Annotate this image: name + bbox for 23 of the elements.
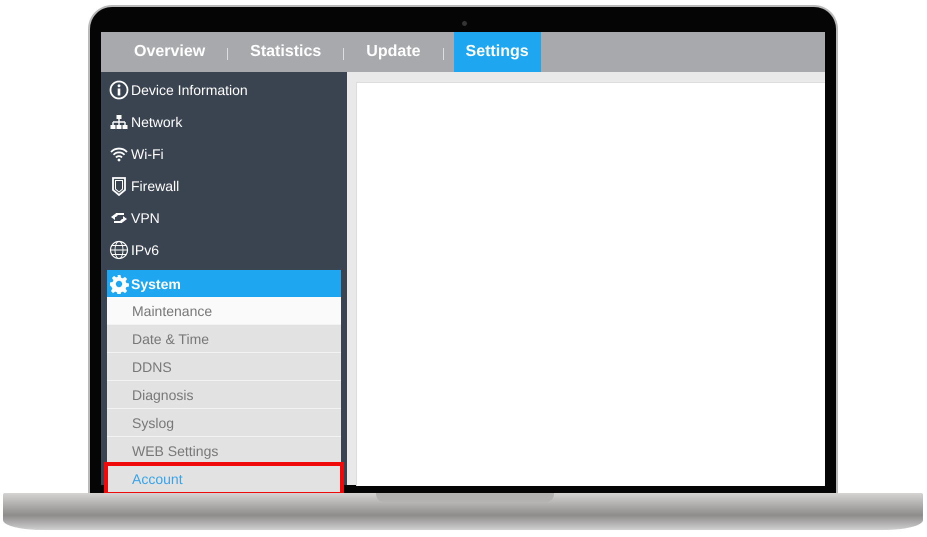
- sidebar-item[interactable]: System: [107, 270, 341, 297]
- sidebar-item[interactable]: IPv6: [107, 234, 341, 266]
- shield-icon: [109, 176, 129, 196]
- camera-icon: [462, 21, 467, 26]
- sidebar-subitem[interactable]: DDNS: [107, 353, 341, 381]
- nav-tab[interactable]: Statistics: [238, 32, 334, 72]
- nav-tab[interactable]: Update: [354, 32, 433, 72]
- nav-tab[interactable]: Settings: [454, 32, 541, 72]
- sidebar-item[interactable]: Firewall: [107, 170, 341, 202]
- sidebar-subitem[interactable]: Account: [107, 465, 341, 493]
- sidebar-subitem[interactable]: Date & Time: [107, 325, 341, 353]
- info-icon: [109, 80, 129, 100]
- sidebar-item[interactable]: VPN: [107, 202, 341, 234]
- sidebar-subitem[interactable]: Maintenance: [107, 297, 341, 325]
- sidebar-item[interactable]: Wi-Fi: [107, 138, 341, 170]
- nav-tab[interactable]: Overview: [122, 32, 218, 72]
- sidebar-subitem[interactable]: Syslog: [107, 409, 341, 437]
- globe-icon: [109, 240, 129, 260]
- settings-icon: [109, 274, 129, 294]
- sidebar-item[interactable]: Network: [107, 106, 341, 138]
- sidebar-item[interactable]: Device Information: [107, 74, 341, 106]
- network-icon: [109, 112, 129, 132]
- sidebar-subitem[interactable]: Diagnosis: [107, 381, 341, 409]
